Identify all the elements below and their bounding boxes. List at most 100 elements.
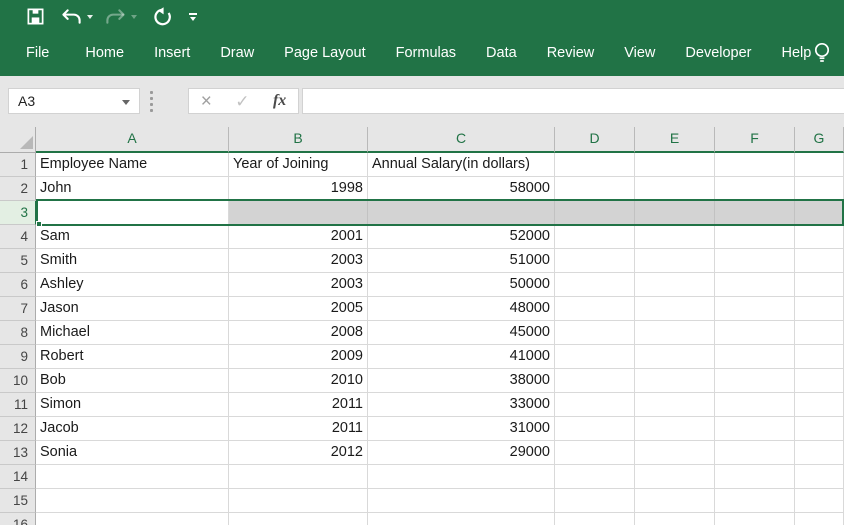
cell-C12[interactable]: 31000 xyxy=(368,417,555,441)
cell-E14[interactable] xyxy=(635,465,715,489)
cell-D5[interactable] xyxy=(555,249,635,273)
cell-F11[interactable] xyxy=(715,393,795,417)
row-header-1[interactable]: 1 xyxy=(0,153,36,177)
cell-F6[interactable] xyxy=(715,273,795,297)
column-header-a[interactable]: A xyxy=(36,127,229,153)
cell-A3[interactable] xyxy=(36,201,229,225)
cell-F5[interactable] xyxy=(715,249,795,273)
cell-A16[interactable] xyxy=(36,513,229,525)
cell-G7[interactable] xyxy=(795,297,844,321)
cell-E11[interactable] xyxy=(635,393,715,417)
row-header-13[interactable]: 13 xyxy=(0,441,36,465)
cell-C14[interactable] xyxy=(368,465,555,489)
cell-A15[interactable] xyxy=(36,489,229,513)
cell-C3[interactable] xyxy=(368,201,555,225)
cell-B3[interactable] xyxy=(229,201,368,225)
cell-G14[interactable] xyxy=(795,465,844,489)
row-header-7[interactable]: 7 xyxy=(0,297,36,321)
cell-A11[interactable]: Simon xyxy=(36,393,229,417)
cell-F1[interactable] xyxy=(715,153,795,177)
cell-G11[interactable] xyxy=(795,393,844,417)
cell-F8[interactable] xyxy=(715,321,795,345)
cell-C2[interactable]: 58000 xyxy=(368,177,555,201)
cell-C7[interactable]: 48000 xyxy=(368,297,555,321)
column-header-f[interactable]: F xyxy=(715,127,795,153)
cell-A7[interactable]: Jason xyxy=(36,297,229,321)
menu-tab-data[interactable]: Data xyxy=(486,45,517,61)
name-box[interactable]: A3 xyxy=(8,88,140,114)
column-header-c[interactable]: C xyxy=(368,127,555,153)
row-header-3[interactable]: 3 xyxy=(0,201,36,225)
cell-C4[interactable]: 52000 xyxy=(368,225,555,249)
formula-separator-dots[interactable] xyxy=(150,91,153,112)
cell-G5[interactable] xyxy=(795,249,844,273)
cell-D15[interactable] xyxy=(555,489,635,513)
cell-G9[interactable] xyxy=(795,345,844,369)
cell-G6[interactable] xyxy=(795,273,844,297)
cell-D7[interactable] xyxy=(555,297,635,321)
cell-E1[interactable] xyxy=(635,153,715,177)
cell-E12[interactable] xyxy=(635,417,715,441)
cell-D11[interactable] xyxy=(555,393,635,417)
column-header-b[interactable]: B xyxy=(229,127,368,153)
lightbulb-icon[interactable] xyxy=(811,40,833,66)
cell-B16[interactable] xyxy=(229,513,368,525)
cell-A13[interactable]: Sonia xyxy=(36,441,229,465)
cell-D12[interactable] xyxy=(555,417,635,441)
cell-E5[interactable] xyxy=(635,249,715,273)
name-box-dropdown-icon[interactable] xyxy=(122,100,130,105)
enter-button[interactable]: ✓ xyxy=(235,93,249,110)
menu-tab-formulas[interactable]: Formulas xyxy=(396,45,456,61)
cell-F3[interactable] xyxy=(715,201,795,225)
redo-icon[interactable] xyxy=(105,4,126,30)
menu-tab-help[interactable]: Help xyxy=(782,45,812,61)
row-header-16[interactable]: 16 xyxy=(0,513,36,525)
row-header-11[interactable]: 11 xyxy=(0,393,36,417)
cell-B14[interactable] xyxy=(229,465,368,489)
cell-G12[interactable] xyxy=(795,417,844,441)
row-header-14[interactable]: 14 xyxy=(0,465,36,489)
cell-F14[interactable] xyxy=(715,465,795,489)
row-header-9[interactable]: 9 xyxy=(0,345,36,369)
cell-B6[interactable]: 2003 xyxy=(229,273,368,297)
cell-F15[interactable] xyxy=(715,489,795,513)
cell-E7[interactable] xyxy=(635,297,715,321)
cell-C10[interactable]: 38000 xyxy=(368,369,555,393)
select-all-corner[interactable] xyxy=(0,127,36,153)
cell-C15[interactable] xyxy=(368,489,555,513)
cell-D13[interactable] xyxy=(555,441,635,465)
cell-E2[interactable] xyxy=(635,177,715,201)
cell-A5[interactable]: Smith xyxy=(36,249,229,273)
cell-C11[interactable]: 33000 xyxy=(368,393,555,417)
cell-D8[interactable] xyxy=(555,321,635,345)
cell-A1[interactable]: Employee Name xyxy=(36,153,229,177)
save-icon[interactable] xyxy=(26,4,45,30)
cell-D1[interactable] xyxy=(555,153,635,177)
cell-D2[interactable] xyxy=(555,177,635,201)
cell-G1[interactable] xyxy=(795,153,844,177)
cell-G10[interactable] xyxy=(795,369,844,393)
row-header-12[interactable]: 12 xyxy=(0,417,36,441)
cancel-button[interactable]: × xyxy=(201,92,212,111)
cell-D16[interactable] xyxy=(555,513,635,525)
cell-E13[interactable] xyxy=(635,441,715,465)
cell-C6[interactable]: 50000 xyxy=(368,273,555,297)
cell-D14[interactable] xyxy=(555,465,635,489)
menu-tab-page-layout[interactable]: Page Layout xyxy=(284,45,365,61)
menu-tab-home[interactable]: Home xyxy=(85,45,124,61)
cell-B9[interactable]: 2009 xyxy=(229,345,368,369)
cell-B13[interactable]: 2012 xyxy=(229,441,368,465)
cell-E8[interactable] xyxy=(635,321,715,345)
cell-F9[interactable] xyxy=(715,345,795,369)
cell-B1[interactable]: Year of Joining xyxy=(229,153,368,177)
cell-F2[interactable] xyxy=(715,177,795,201)
cell-E6[interactable] xyxy=(635,273,715,297)
cell-G13[interactable] xyxy=(795,441,844,465)
cell-B5[interactable]: 2003 xyxy=(229,249,368,273)
cell-D4[interactable] xyxy=(555,225,635,249)
customize-quick-access-icon[interactable] xyxy=(189,4,197,30)
cell-G3[interactable] xyxy=(795,201,844,225)
cell-B10[interactable]: 2010 xyxy=(229,369,368,393)
cell-E4[interactable] xyxy=(635,225,715,249)
cell-D9[interactable] xyxy=(555,345,635,369)
